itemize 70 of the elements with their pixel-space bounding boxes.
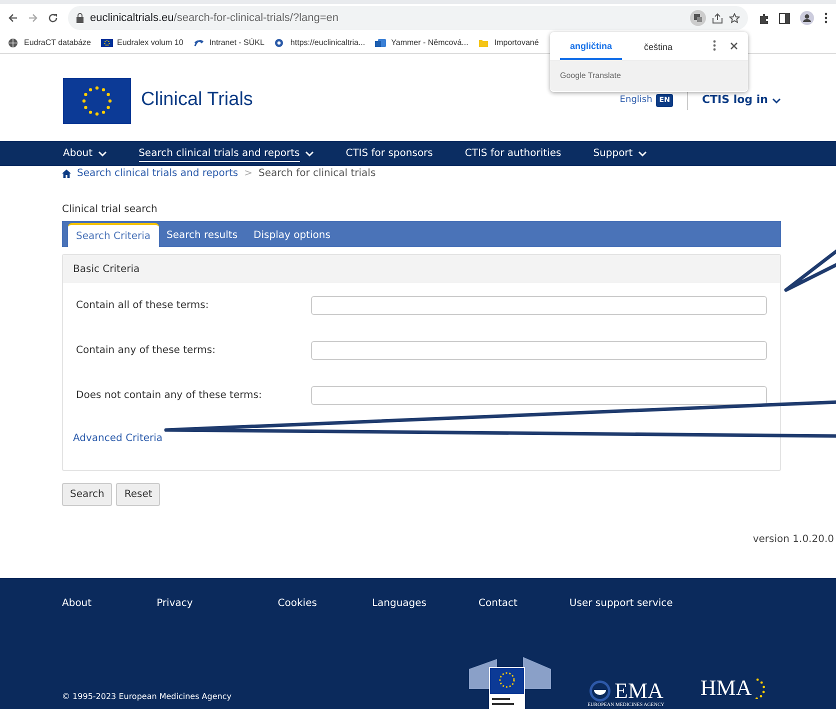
google-translate-label: Google Translate	[560, 70, 621, 82]
profile-icon[interactable]	[800, 11, 814, 25]
home-icon[interactable]	[62, 168, 71, 178]
footer-link[interactable]: About	[62, 596, 92, 611]
app-icon	[375, 38, 388, 48]
hma-logo-text[interactable]: HMA	[700, 677, 752, 699]
input-field[interactable]	[311, 296, 767, 315]
flag-icon	[101, 38, 114, 48]
input-field[interactable]	[311, 386, 767, 405]
bookmark[interactable]: Intranet - SÚKL	[209, 36, 264, 48]
more-icon[interactable]	[713, 40, 716, 52]
bookmark[interactable]: Eudralex volum 10	[117, 36, 184, 48]
eu-flag-logo[interactable]	[63, 78, 131, 124]
footer-link[interactable]: Cookies	[278, 596, 317, 611]
bookmark[interactable]: EudraCT databáze	[24, 36, 92, 48]
field-label: Contain any of these terms:	[76, 344, 216, 358]
folder-icon	[478, 38, 490, 48]
footer-link[interactable]: User support service	[569, 596, 673, 611]
footer-link[interactable]: Privacy	[156, 596, 193, 611]
language-tab[interactable]: čeština	[634, 33, 683, 58]
star-icon[interactable]	[729, 12, 740, 24]
side-panel-icon[interactable]	[779, 12, 790, 24]
ema-logo-text[interactable]: EMA	[614, 680, 664, 702]
chevron-down-icon	[98, 150, 107, 156]
bookmark[interactable]: https://euclinicaltria...	[290, 36, 366, 48]
panel-heading: Basic Criteria	[63, 255, 780, 283]
action-button[interactable]: Search	[62, 483, 112, 506]
chevron-down-icon	[638, 150, 647, 156]
breadcrumb-separator: >	[244, 166, 253, 180]
advanced-criteria-link[interactable]: Advanced Criteria	[73, 431, 163, 446]
nav-link[interactable]: About	[63, 146, 107, 161]
section-title: Clinical trial search	[62, 203, 158, 217]
copyright-text: © 1995-2023 European Medicines Agency	[62, 691, 232, 703]
globe-icon	[8, 38, 20, 48]
bookmark[interactable]: Importované	[494, 36, 539, 48]
tab[interactable]: Display options	[246, 223, 338, 247]
field-label: Does not contain any of these terms:	[76, 389, 263, 403]
back-icon[interactable]	[8, 13, 18, 23]
login-link[interactable]: CTIS log in	[702, 92, 768, 109]
more-icon[interactable]	[824, 12, 828, 24]
breadcrumb-current: Search for clinical trials	[258, 166, 376, 180]
language-link[interactable]: English	[620, 94, 652, 108]
nav-link[interactable]: Support	[593, 146, 647, 161]
chevron-down-icon	[772, 98, 781, 104]
url-text: euclinicaltrials.eu/search-for-clinical-trials/?lang=en	[90, 10, 339, 26]
european-commission-logo[interactable]	[469, 655, 552, 709]
nav-link[interactable]: Search clinical trials and reports	[138, 146, 314, 162]
footer-link[interactable]: Contact	[478, 596, 518, 611]
field-label: Contain all of these terms:	[76, 299, 210, 313]
input-field[interactable]	[311, 341, 767, 360]
tab[interactable]: Search Criteria	[68, 223, 158, 247]
breadcrumb-link[interactable]: Search clinical trials and reports	[77, 166, 238, 180]
translate-icon[interactable]	[690, 10, 706, 26]
annotation-line	[784, 248, 836, 292]
footer-link[interactable]: Languages	[372, 596, 427, 611]
extensions-icon[interactable]	[758, 12, 769, 24]
tab[interactable]: Search results	[158, 223, 246, 247]
reload-icon[interactable]	[48, 13, 58, 23]
close-icon[interactable]	[730, 42, 738, 50]
lock-icon	[76, 13, 84, 23]
nav-link[interactable]: CTIS for sponsors	[346, 146, 433, 161]
chevron-down-icon	[304, 150, 314, 156]
nav-link[interactable]: CTIS for authorities	[464, 146, 562, 161]
bookmark[interactable]: Yammer - Němcová...	[391, 36, 468, 48]
version-text: version 1.0.20.0	[752, 534, 834, 545]
action-button[interactable]: Reset	[116, 483, 160, 506]
share-icon[interactable]	[712, 12, 723, 24]
ema-emblem-icon	[588, 680, 610, 702]
site-title[interactable]: Clinical Trials	[141, 86, 253, 115]
address-bar[interactable]: euclinicaltrials.eu/search-for-clinical-trials/?lang=en	[68, 6, 748, 30]
